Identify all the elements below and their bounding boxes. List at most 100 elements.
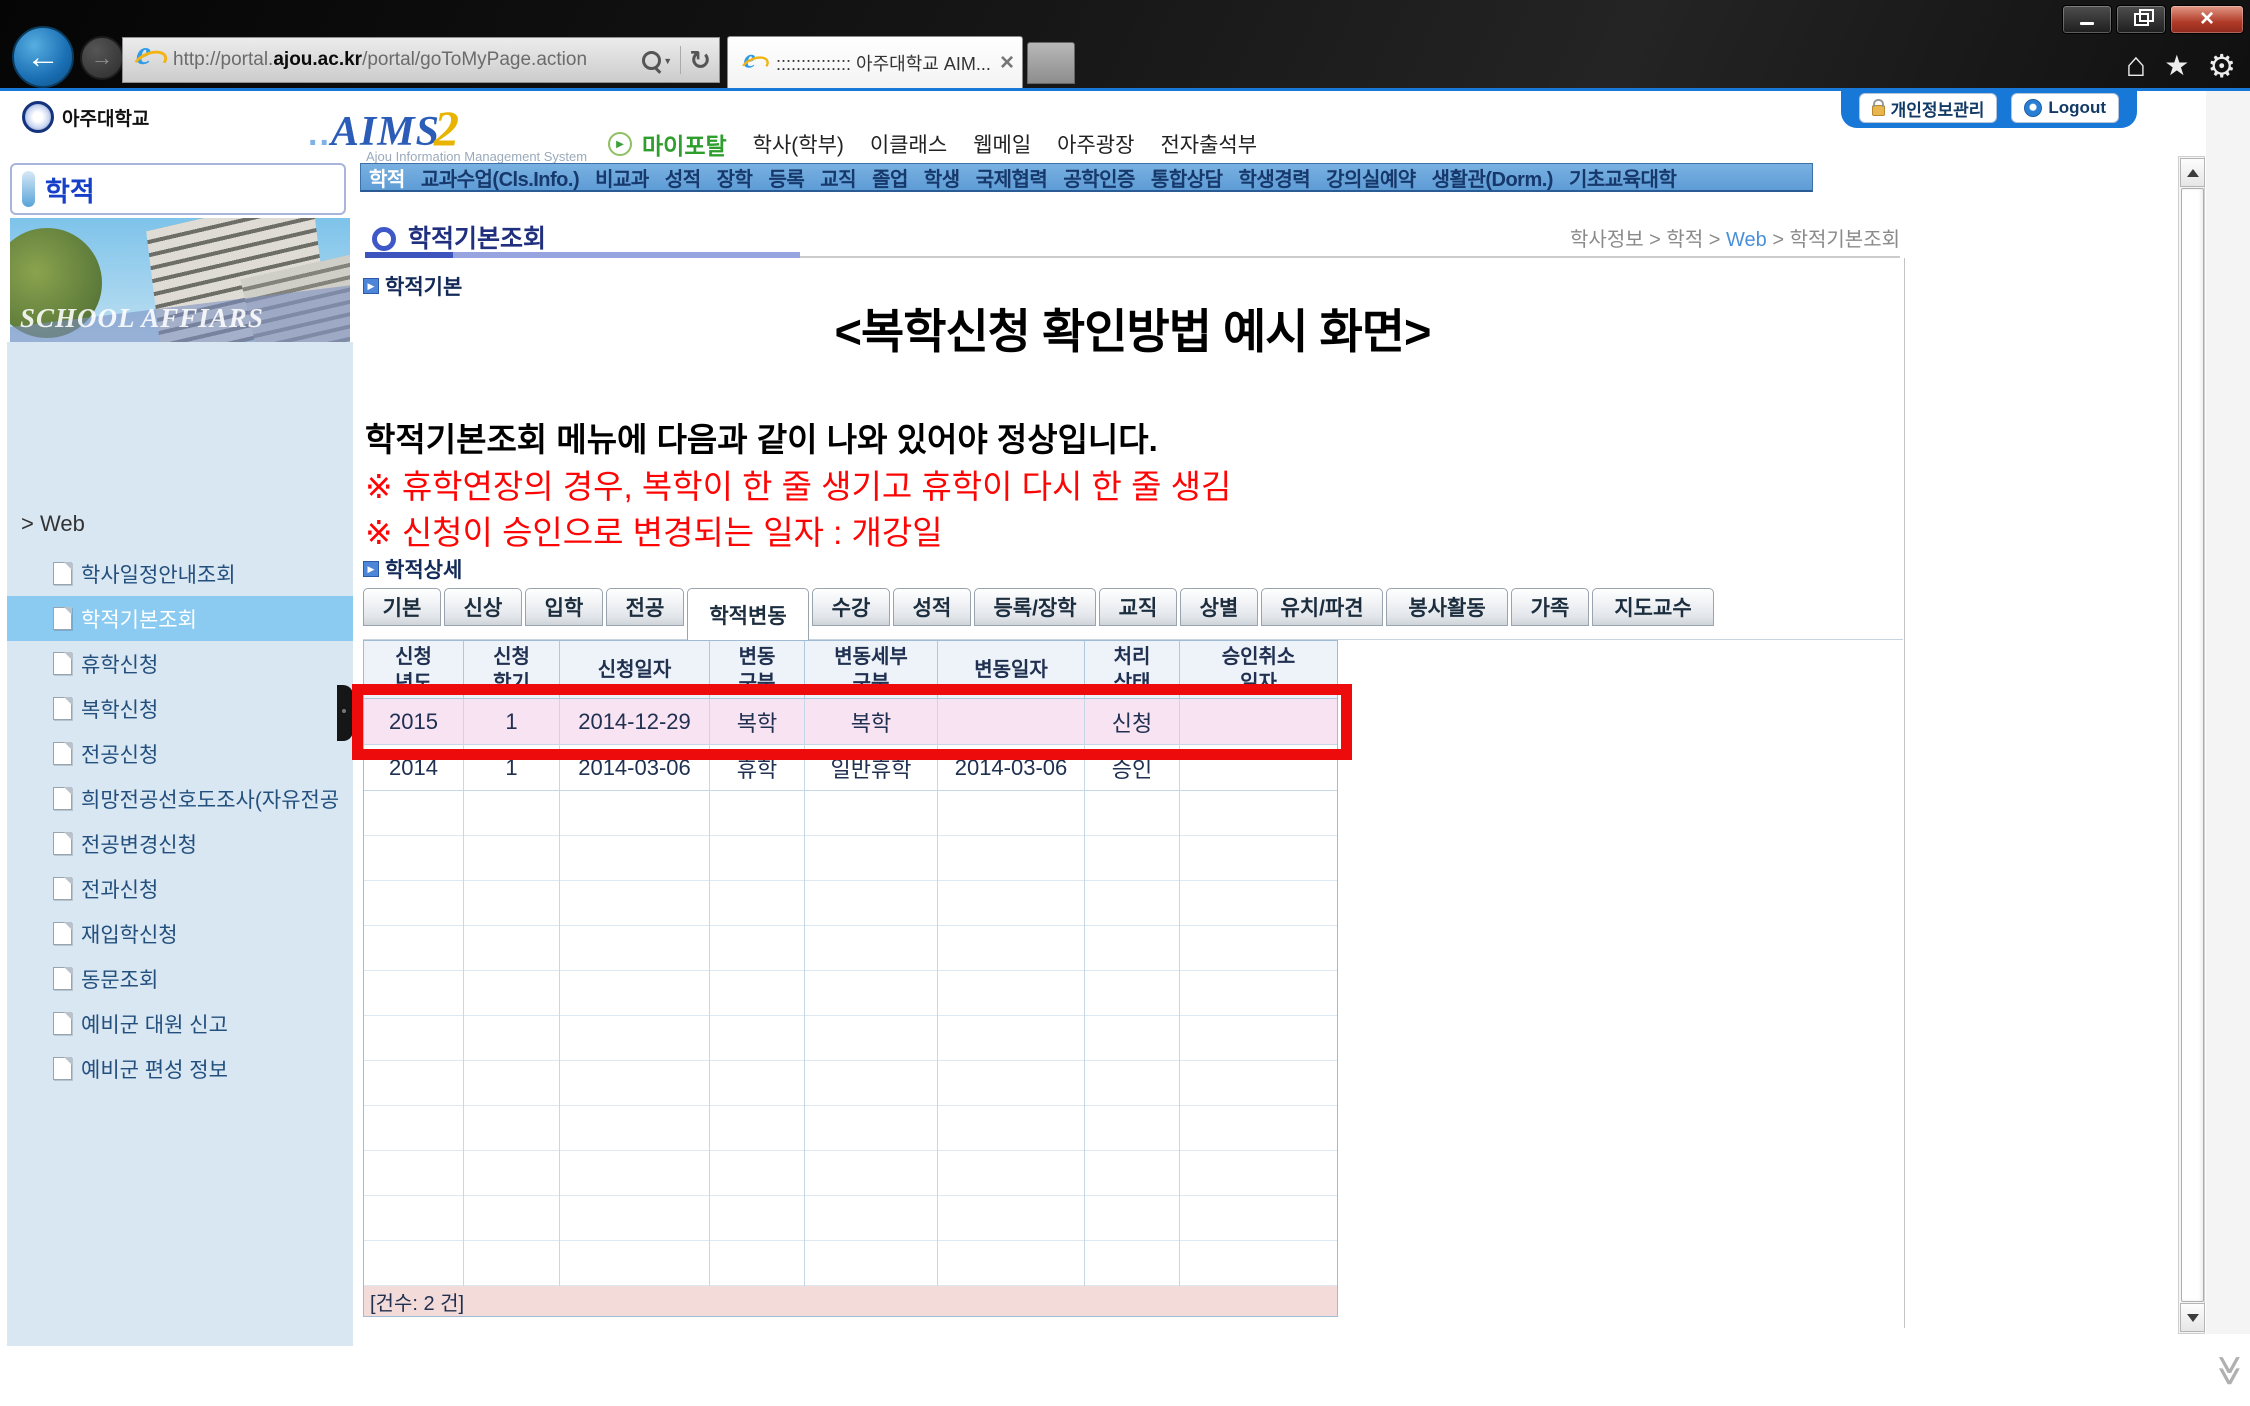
main-content: 학적 교과수업(Cls.Info.) 비교과 성적 장학 등록 교직 졸업 학생… [360,163,1905,1346]
menu-graduation[interactable]: 졸업 [864,163,916,192]
scroll-up-button[interactable] [2180,158,2205,187]
favorites-star-icon[interactable] [2164,49,2189,82]
section-detail-text: 학적상세 [385,554,462,584]
nav-webmail[interactable]: 웹메일 [973,129,1031,159]
sidebar-item-reserve-report[interactable]: 예비군 대원 신고 [7,1001,353,1046]
menu-scholarship[interactable]: 장학 [709,163,761,192]
tab-personal[interactable]: 신상 [444,588,522,626]
search-icon[interactable] [642,51,661,70]
red-note-2: ※ 신청이 승인으로 변경되는 일자 : 개강일 [365,506,943,554]
menu-extracurricular[interactable]: 비교과 [587,163,657,192]
url-domain: ajou.ac.kr [273,49,362,70]
menu-dorm[interactable]: 생활관(Dorm.) [1424,163,1561,192]
header-line: 승인취소 [1222,644,1296,670]
table-row-2015[interactable]: 2015 1 2014-12-29 복학 복학 신청 [364,699,1337,745]
privacy-settings-button[interactable]: 개인정보관리 [1859,93,1998,123]
sidebar-item-major-change[interactable]: 전공변경신청 [7,821,353,866]
sidebar-item-major-apply[interactable]: 전공신청 [7,731,353,776]
tab-major[interactable]: 전공 [606,588,684,626]
cell: 휴학 [709,745,804,791]
menu-grades[interactable]: 성적 [657,163,709,192]
tab-record-change[interactable]: 학적변동 [687,588,809,640]
cell: 2014-03-06 [559,745,709,791]
university-logo[interactable]: 아주대학교 [22,101,149,133]
nav-ajou-plaza[interactable]: 아주광장 [1057,129,1134,159]
tab-close-icon[interactable] [996,49,1014,77]
breadcrumb-sep: > [1703,229,1726,251]
close-button[interactable] [2170,5,2244,34]
menu-hakjeok[interactable]: 학적 [361,163,413,192]
sidebar-item-return-apply[interactable]: 복학신청 [7,686,353,731]
aims-logo[interactable]: ..AIMS2 Ajou Information Management Syst… [308,99,587,164]
document-icon [53,607,72,630]
header-line: 변동세부 [834,644,908,670]
browser-action-icons [2126,46,2236,85]
url-text[interactable]: http://portal.ajou.ac.kr/portal/goToMyPa… [173,49,640,71]
cell: 승인 [1084,745,1179,791]
nav-attendance[interactable]: 전자출석부 [1160,129,1257,159]
tab-advisor[interactable]: 지도교수 [1592,588,1714,626]
tools-gear-icon[interactable] [2207,47,2236,85]
table-footer-count: [건수: 2 건] [364,1286,1337,1316]
nav-eclass[interactable]: 이클래스 [870,129,947,159]
lock-icon [1872,105,1885,116]
sidebar-item-readmission[interactable]: 재입학신청 [7,911,353,956]
menu-room-reservation[interactable]: 강의실예약 [1318,163,1424,192]
tab-family[interactable]: 가족 [1511,588,1589,626]
sidebar-item-leave-apply[interactable]: 휴학신청 [7,641,353,686]
tab-title: ::::::::::::::: 아주대학교 AIM... [776,50,996,76]
url-scheme: http://portal. [173,49,273,70]
menu-career[interactable]: 학생경력 [1231,163,1319,192]
scroll-down-button[interactable] [2180,1303,2205,1332]
menu-basic-education[interactable]: 기초교육대학 [1561,163,1684,192]
sidebar-item-transfer-apply[interactable]: 전과신청 [7,866,353,911]
tab-basic[interactable]: 기본 [363,588,441,626]
menu-student[interactable]: 학생 [916,163,968,192]
logout-button[interactable]: Logout [2011,93,2119,123]
divider [680,46,681,74]
tab-grades[interactable]: 성적 [893,588,971,626]
sidebar-item-major-preference[interactable]: 희망전공선호도조사(자유전공 [7,776,353,821]
nav-haksa[interactable]: 학사(학부) [753,129,844,159]
tab-dispatch[interactable]: 유치/파견 [1261,588,1383,626]
address-bar[interactable]: http://portal.ajou.ac.kr/portal/goToMyPa… [122,37,720,83]
nav-myportal[interactable]: 마이포탈 [642,127,727,161]
page-scroll-down-chevron-icon[interactable]: ≫ [2207,1355,2247,1389]
sidebar-item-reserve-info[interactable]: 예비군 편성 정보 [7,1046,353,1091]
sidebar-item-label: 전과신청 [81,874,158,904]
home-icon[interactable] [2126,46,2147,85]
tab-teaching[interactable]: 교직 [1099,588,1177,626]
menu-teaching[interactable]: 교직 [812,163,864,192]
header-line: 구분 [739,670,776,696]
menu-international[interactable]: 국제협력 [968,163,1056,192]
cell: 2014 [364,745,463,791]
menu-registration[interactable]: 등록 [760,163,812,192]
top-menubar: 학적 교과수업(Cls.Info.) 비교과 성적 장학 등록 교직 졸업 학생… [360,163,1813,192]
tab-discipline[interactable]: 상별 [1180,588,1258,626]
sidebar-collapse-handle[interactable] [337,685,353,741]
tab-enrollment[interactable]: 수강 [812,588,890,626]
table-row-2014[interactable]: 2014 1 2014-03-06 휴학 일반휴학 2014-03-06 승인 [364,745,1337,791]
logout-label: Logout [2048,98,2106,118]
new-tab-button[interactable] [1027,42,1075,84]
document-icon [53,742,72,765]
browser-tab[interactable]: ::::::::::::::: 아주대학교 AIM... [727,36,1023,88]
vertical-scrollbar[interactable] [2178,156,2205,1334]
tab-registration-scholarship[interactable]: 등록/장학 [974,588,1096,626]
forward-button[interactable] [80,36,124,80]
scrollbar-thumb[interactable] [2181,188,2204,1302]
search-dropdown-icon[interactable] [663,51,672,69]
restore-button[interactable] [2116,5,2166,34]
sidebar-item-schedule[interactable]: 학사일정안내조회 [7,551,353,596]
minimize-button[interactable] [2062,5,2112,34]
menu-courses[interactable]: 교과수업(Cls.Info.) [413,163,587,192]
sidebar-item-basic-record[interactable]: 학적기본조회 [7,596,353,641]
sidebar-item-alumni[interactable]: 동문조회 [7,956,353,1001]
tab-admission[interactable]: 입학 [525,588,603,626]
menu-counseling[interactable]: 통합상담 [1143,163,1231,192]
tab-volunteer[interactable]: 봉사활동 [1386,588,1508,626]
back-button[interactable] [12,26,74,88]
refresh-icon[interactable] [689,45,711,76]
menu-engineering-cert[interactable]: 공학인증 [1055,163,1143,192]
sidebar-group-web[interactable]: > Web [21,511,85,537]
